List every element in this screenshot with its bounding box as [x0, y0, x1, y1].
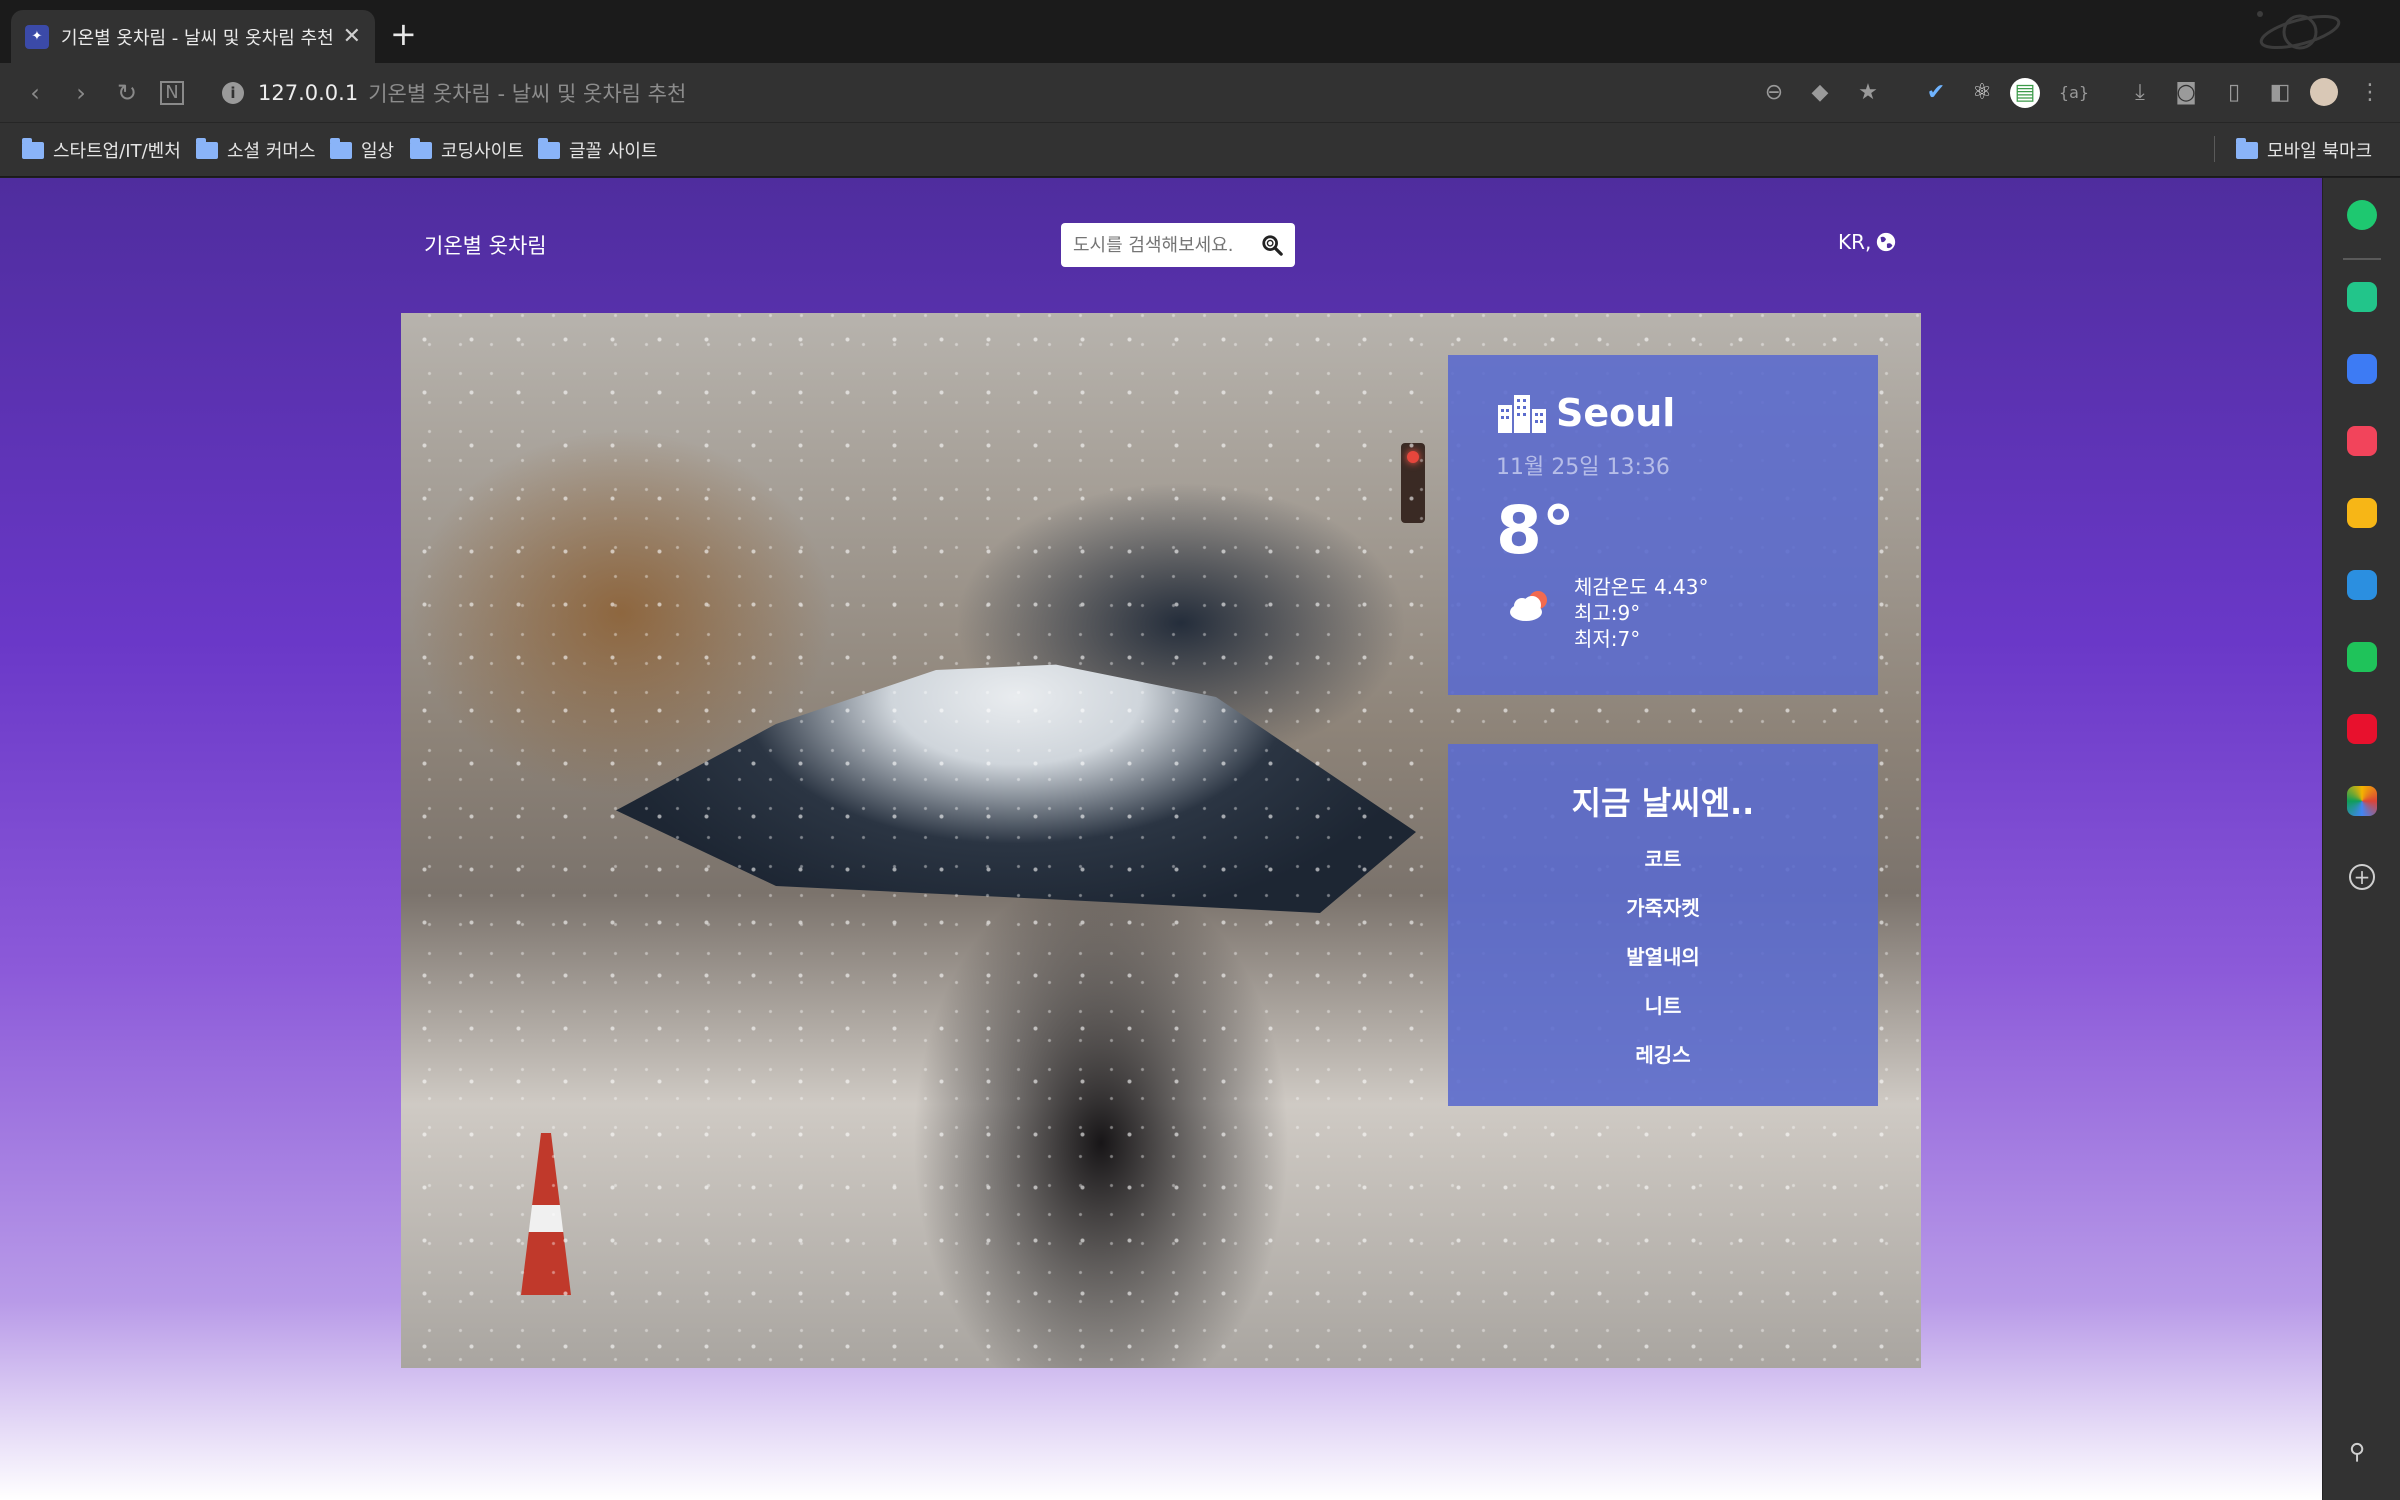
address-page-title: 기온별 옷차림 - 날씨 및 옷차림 추천 — [368, 82, 687, 106]
whale-green-icon[interactable] — [2347, 200, 2377, 230]
cloud-sun-icon — [1510, 590, 1547, 621]
browser-toolbar: ‹ › ↻ N i 127.0.0.1 기온별 옷차림 - 날씨 및 옷차림 추… — [0, 63, 2400, 123]
bookmark-folder-mobile[interactable]: 모바일 북마크 — [2236, 137, 2372, 163]
globe-icon — [1877, 232, 1896, 252]
site-brand[interactable]: 기온별 옷차림 — [424, 230, 547, 260]
search-input[interactable] — [1073, 234, 1253, 256]
folder-icon — [2236, 137, 2258, 159]
react-devtools-icon[interactable]: ⚛ — [1966, 78, 1998, 108]
bookmarks-bar: 스타트업/IT/벤처 소셜 커머스 일상 코딩사이트 글꼴 사이트 모바일 북마… — [0, 123, 2400, 177]
photos-icon[interactable] — [2347, 786, 2377, 816]
site-info-icon[interactable]: i — [222, 82, 244, 104]
reload-icon[interactable]: ↻ — [112, 78, 142, 108]
bookmark-label: 소셜 커머스 — [227, 141, 316, 162]
address-host: 127.0.0.1 — [258, 81, 359, 105]
messenger-icon[interactable] — [2347, 642, 2377, 672]
tab-strip: ✦ 기온별 옷차림 - 날씨 및 옷차림 추천 ✕ + — [0, 0, 2400, 63]
planet-doodle-icon — [2257, 11, 2341, 50]
screenshot-icon[interactable]: ◙ — [2170, 78, 2202, 108]
outfit-item: 코트 — [1644, 847, 1682, 871]
bookmark-folder-fonts[interactable]: 글꼴 사이트 — [538, 137, 658, 163]
folder-icon — [196, 137, 218, 159]
temp-low: 최저:7° — [1574, 626, 1641, 651]
bookmark-folder-social-commerce[interactable]: 소셜 커머스 — [196, 137, 316, 163]
folder-icon — [22, 137, 44, 159]
locale-label: KR, — [1838, 230, 1872, 254]
pocket-save-icon[interactable] — [2347, 426, 2377, 456]
outfit-item: 가죽자켓 — [1626, 896, 1700, 920]
folder-icon — [538, 137, 560, 159]
bookmark-label: 스타트업/IT/벤처 — [53, 141, 181, 162]
pin-icon[interactable]: ⚲ — [2349, 1440, 2375, 1466]
add-app-icon[interactable]: + — [2349, 864, 2375, 890]
notification-bell-icon[interactable] — [2347, 282, 2377, 312]
new-tab-button[interactable]: + — [390, 18, 417, 50]
bookmark-star-icon[interactable]: ★ — [1852, 78, 1884, 108]
bookmark-label: 모바일 북마크 — [2267, 141, 2373, 162]
temp-high: 최고:9° — [1574, 600, 1641, 625]
translate-icon[interactable] — [2347, 570, 2377, 600]
folder-icon — [410, 137, 432, 159]
menu-kebab-icon[interactable]: ⋮ — [2354, 78, 2386, 108]
bookmark-folder-daily[interactable]: 일상 — [330, 137, 394, 163]
outfit-item: 발열내의 — [1626, 945, 1700, 969]
current-datetime: 11월 25일 13:36 — [1496, 455, 1670, 480]
browser-sidebar: + ⚲ — [2322, 178, 2400, 1500]
current-temperature: 8° — [1496, 492, 1575, 569]
tab-title: 기온별 옷차림 - 날씨 및 옷차림 추천 — [61, 27, 334, 49]
city-building-icon — [1498, 395, 1546, 433]
folder-icon — [330, 137, 352, 159]
pocket-icon[interactable]: ◆ — [1804, 78, 1836, 108]
zoom-out-icon[interactable]: ⊖ — [1758, 78, 1790, 108]
locale-switch[interactable]: KR, — [1838, 230, 1897, 254]
browser-tab[interactable]: ✦ 기온별 옷차림 - 날씨 및 옷차림 추천 ✕ — [11, 10, 375, 63]
outfit-item: 레깅스 — [1635, 1043, 1691, 1067]
search-icon[interactable] — [1261, 234, 1283, 256]
outfit-item: 니트 — [1644, 994, 1682, 1018]
bookmark-label: 코딩사이트 — [441, 141, 524, 162]
sidebar-divider — [2343, 258, 2381, 260]
sheets-extension-icon[interactable]: ▤ — [2010, 78, 2040, 108]
json-extension-icon[interactable]: {a} — [2058, 78, 2090, 108]
bookmarks-divider — [2214, 136, 2215, 162]
notion-icon[interactable]: N — [160, 81, 184, 105]
profile-avatar[interactable] — [2310, 78, 2338, 106]
feels-like: 체감온도 4.43° — [1574, 574, 1709, 599]
city-search — [1061, 223, 1295, 267]
bookmark-folder-startup[interactable]: 스타트업/IT/벤처 — [22, 137, 181, 163]
bookmark-label: 일상 — [361, 141, 395, 162]
favorites-star-icon[interactable] — [2347, 498, 2377, 528]
reader-icon[interactable]: ▯ — [2218, 78, 2250, 108]
close-tab-icon[interactable]: ✕ — [343, 24, 361, 49]
bookmark-folder-coding[interactable]: 코딩사이트 — [410, 137, 524, 163]
outfit-list: 코트 가죽자켓 발열내의 니트 레깅스 — [1448, 844, 1878, 1089]
outfit-recommendation-card: 지금 날씨엔.. 코트 가죽자켓 발열내의 니트 레깅스 — [1448, 744, 1878, 1106]
forward-icon[interactable]: › — [66, 78, 96, 108]
weather-background-photo: Seoul 11월 25일 13:36 8° 체감온도 4.43° 최고:9° … — [401, 313, 1921, 1368]
back-icon[interactable]: ‹ — [20, 78, 50, 108]
sidebar-toggle-icon[interactable]: ◧ — [2264, 78, 2296, 108]
now-icon[interactable] — [2347, 714, 2377, 744]
download-icon[interactable]: ⤓ — [2124, 78, 2156, 108]
current-weather-card: Seoul 11월 25일 13:36 8° 체감온도 4.43° 최고:9° … — [1448, 355, 1878, 695]
extension-vimeo-icon[interactable]: ✔ — [1920, 78, 1952, 108]
address-bar[interactable]: i 127.0.0.1 기온별 옷차림 - 날씨 및 옷차림 추천 — [222, 78, 686, 108]
site-favicon: ✦ — [25, 24, 49, 49]
wallet-icon[interactable] — [2347, 354, 2377, 384]
city-name: Seoul — [1556, 391, 1676, 435]
bookmark-label: 글꼴 사이트 — [569, 141, 658, 162]
page-viewport: 기온별 옷차림 KR, — [0, 178, 2322, 1500]
outfit-title: 지금 날씨엔.. — [1571, 784, 1755, 822]
